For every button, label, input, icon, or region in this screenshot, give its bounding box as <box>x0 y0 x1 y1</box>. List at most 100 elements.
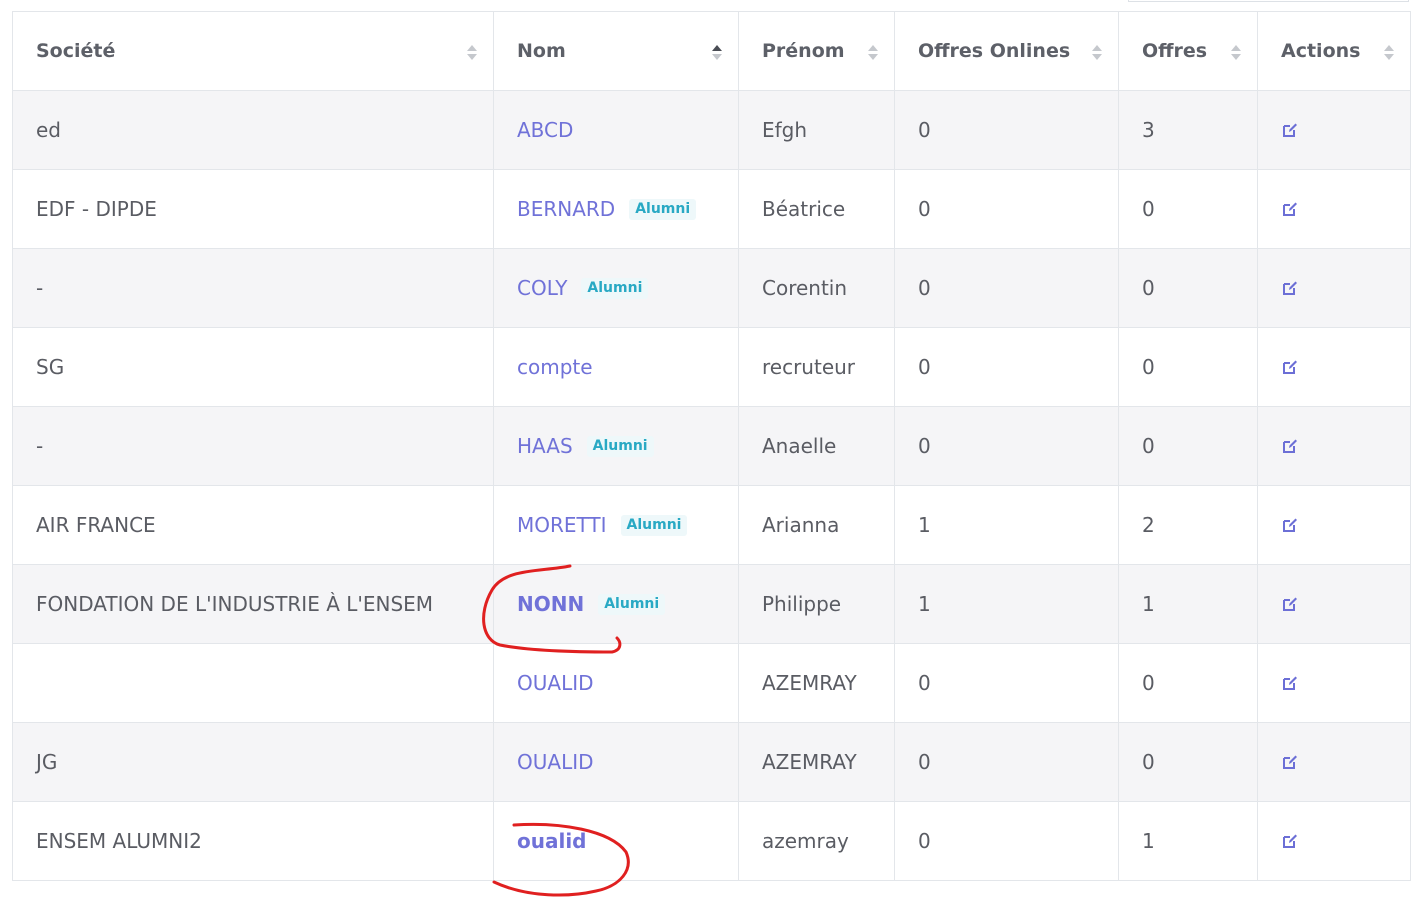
table-row: ed ABCD Efgh 0 3 <box>12 90 1411 170</box>
sort-icon <box>1384 45 1394 61</box>
edit-icon[interactable] <box>1281 515 1299 533</box>
cell-offres-onlines: 0 <box>894 90 1119 170</box>
cell-actions <box>1257 248 1411 328</box>
cell-actions <box>1257 90 1411 170</box>
table-body: ed ABCD Efgh 0 3 EDF - DIPDE BERNARD Alumni Béat… <box>12 90 1411 881</box>
cell-societe: JG <box>12 722 494 802</box>
cell-societe: SG <box>12 327 494 407</box>
edit-icon[interactable] <box>1281 831 1299 849</box>
edit-icon[interactable] <box>1281 594 1299 612</box>
edit-icon[interactable] <box>1281 357 1299 375</box>
column-header-societe[interactable]: Société <box>12 11 494 91</box>
table-row: - COLY Alumni Corentin 0 0 <box>12 248 1411 328</box>
cell-societe: ENSEM ALUMNI2 <box>12 801 494 881</box>
table-row: - HAAS Alumni Anaelle 0 0 <box>12 406 1411 486</box>
column-header-label: Actions <box>1281 40 1361 62</box>
recruiter-name-link[interactable]: compte <box>517 355 593 379</box>
recruiter-name-link[interactable]: COLY <box>517 276 567 300</box>
cell-actions <box>1257 485 1411 565</box>
alumni-badge: Alumni <box>598 594 666 615</box>
recruiter-name-link[interactable]: NONN <box>517 592 584 616</box>
cell-nom: oualid <box>493 801 739 881</box>
cell-prenom: AZEMRAY <box>738 643 895 723</box>
column-header-prenom[interactable]: Prénom <box>738 11 895 91</box>
cell-nom: OUALID <box>493 722 739 802</box>
edit-icon[interactable] <box>1281 120 1299 138</box>
cell-societe: - <box>12 248 494 328</box>
cell-societe: ed <box>12 90 494 170</box>
cell-nom: compte <box>493 327 739 407</box>
column-header-nom[interactable]: Nom <box>493 11 739 91</box>
cell-actions <box>1257 801 1411 881</box>
cell-actions <box>1257 169 1411 249</box>
recruiter-name-link[interactable]: OUALID <box>517 671 594 695</box>
column-header-actions[interactable]: Actions <box>1257 11 1411 91</box>
recruiter-name-link[interactable]: OUALID <box>517 750 594 774</box>
table-row: AIR FRANCE MORETTI Alumni Arianna 1 2 <box>12 485 1411 565</box>
cell-nom: OUALID <box>493 643 739 723</box>
cell-societe <box>12 643 494 723</box>
recruiter-name-link[interactable]: ABCD <box>517 118 573 142</box>
cell-offres: 1 <box>1118 801 1258 881</box>
cell-prenom: Anaelle <box>738 406 895 486</box>
edit-icon[interactable] <box>1281 673 1299 691</box>
table-row: EDF - DIPDE BERNARD Alumni Béatrice 0 0 <box>12 169 1411 249</box>
cell-nom: COLY Alumni <box>493 248 739 328</box>
cell-nom: ABCD <box>493 90 739 170</box>
cell-offres: 1 <box>1118 564 1258 644</box>
sort-icon <box>868 45 878 61</box>
cell-offres: 3 <box>1118 90 1258 170</box>
edit-icon[interactable] <box>1281 436 1299 454</box>
sort-icon <box>467 45 477 61</box>
cell-prenom: Corentin <box>738 248 895 328</box>
table-header-row: Société Nom Prénom Offres Onlines Offres… <box>12 11 1411 91</box>
recruiter-name-link[interactable]: HAAS <box>517 434 573 458</box>
cell-societe: EDF - DIPDE <box>12 169 494 249</box>
recruiters-table: Société Nom Prénom Offres Onlines Offres… <box>12 11 1411 881</box>
column-header-label: Offres <box>1142 40 1208 62</box>
table-row: SG compte recruteur 0 0 <box>12 327 1411 407</box>
cell-offres: 0 <box>1118 643 1258 723</box>
cell-offres: 0 <box>1118 327 1258 407</box>
alumni-badge: Alumni <box>581 278 649 299</box>
cell-actions <box>1257 564 1411 644</box>
cell-prenom: Béatrice <box>738 169 895 249</box>
recruiter-name-link[interactable]: oualid <box>517 829 587 853</box>
cell-offres-onlines: 1 <box>894 485 1119 565</box>
column-header-offres-onlines[interactable]: Offres Onlines <box>894 11 1119 91</box>
cell-nom: BERNARD Alumni <box>493 169 739 249</box>
recruiter-name-link[interactable]: MORETTI <box>517 513 607 537</box>
top-border-fragment <box>1128 0 1409 2</box>
cell-offres-onlines: 0 <box>894 248 1119 328</box>
alumni-badge: Alumni <box>620 515 688 536</box>
cell-offres-onlines: 0 <box>894 169 1119 249</box>
cell-offres: 0 <box>1118 406 1258 486</box>
cell-offres: 0 <box>1118 248 1258 328</box>
sort-ascending-icon <box>712 45 722 61</box>
column-header-offres[interactable]: Offres <box>1118 11 1258 91</box>
cell-prenom: recruteur <box>738 327 895 407</box>
cell-offres-onlines: 0 <box>894 327 1119 407</box>
edit-icon[interactable] <box>1281 278 1299 296</box>
cell-offres-onlines: 0 <box>894 643 1119 723</box>
cell-offres-onlines: 0 <box>894 801 1119 881</box>
column-header-label: Nom <box>517 40 566 62</box>
cell-offres-onlines: 0 <box>894 722 1119 802</box>
cell-offres: 0 <box>1118 169 1258 249</box>
cell-prenom: Arianna <box>738 485 895 565</box>
cell-societe: FONDATION DE L'INDUSTRIE À L'ENSEM <box>12 564 494 644</box>
edit-icon[interactable] <box>1281 752 1299 770</box>
edit-icon[interactable] <box>1281 199 1299 217</box>
cell-offres-onlines: 1 <box>894 564 1119 644</box>
cell-societe: AIR FRANCE <box>12 485 494 565</box>
column-header-label: Offres Onlines <box>918 40 1071 62</box>
column-header-label: Prénom <box>762 40 845 62</box>
sort-icon <box>1092 45 1102 61</box>
cell-prenom: azemray <box>738 801 895 881</box>
cell-prenom: Philippe <box>738 564 895 644</box>
alumni-badge: Alumni <box>629 199 697 220</box>
table-row: ENSEM ALUMNI2 oualid azemray 0 1 <box>12 801 1411 881</box>
column-header-label: Société <box>36 40 116 62</box>
recruiter-name-link[interactable]: BERNARD <box>517 197 615 221</box>
cell-societe: - <box>12 406 494 486</box>
